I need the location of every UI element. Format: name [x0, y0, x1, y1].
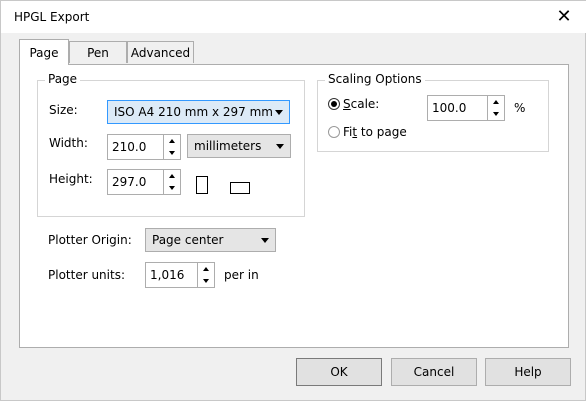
plotter-origin-value: Page center — [152, 233, 224, 247]
units-select[interactable]: millimeters — [187, 134, 291, 158]
arrow-down-icon — [493, 112, 499, 116]
window-title: HPGL Export — [14, 10, 90, 24]
close-icon[interactable]: ✕ — [551, 3, 577, 29]
fit-label-start: Fi — [343, 125, 353, 139]
ok-button-label: OK — [330, 365, 348, 379]
arrow-down-icon — [169, 151, 175, 155]
cancel-button[interactable]: Cancel — [391, 358, 477, 386]
scale-label[interactable]: Scale: — [343, 97, 379, 111]
scale-radio[interactable] — [328, 98, 340, 110]
scaling-options-group: Scaling Options Scale: 100.0 % Fit to pa… — [317, 72, 549, 152]
arrow-up-icon — [169, 174, 175, 178]
fit-label-rest: to page — [357, 125, 407, 139]
scale-label-mnemonic: S — [343, 97, 351, 111]
height-up-button[interactable] — [164, 170, 180, 182]
scale-label-rest: cale: — [350, 97, 380, 111]
width-value: 210.0 — [112, 140, 147, 154]
plotter-units-down-button[interactable] — [198, 275, 214, 287]
page-group-legend: Page — [45, 72, 81, 86]
plotter-units-suffix: per in — [224, 268, 259, 282]
tab-advanced-label: Advanced — [130, 45, 191, 60]
hpgl-export-dialog: HPGL Export ✕ Page Pen Advanced Page Siz… — [0, 0, 587, 401]
ok-button[interactable]: OK — [296, 358, 382, 386]
plotter-units-stepper[interactable]: 1,016 — [145, 262, 215, 288]
scaling-options-legend: Scaling Options — [325, 72, 425, 86]
width-up-button[interactable] — [164, 135, 180, 147]
tab-advanced[interactable]: Advanced — [127, 41, 194, 63]
arrow-up-icon — [493, 100, 499, 104]
size-label: Size: — [49, 103, 78, 117]
plotter-origin-select[interactable]: Page center — [145, 228, 276, 252]
plotter-origin-label: Plotter Origin: — [48, 233, 132, 247]
plotter-units-label: Plotter units: — [48, 268, 125, 282]
page-group: Page Size: ISO A4 210 mm x 297 mm Width:… — [37, 72, 305, 217]
width-down-button[interactable] — [164, 147, 180, 159]
scale-up-button[interactable] — [488, 96, 504, 108]
fit-to-page-radio[interactable] — [328, 126, 340, 138]
tab-page[interactable]: Page — [19, 39, 69, 65]
arrow-down-icon — [169, 186, 175, 190]
size-select[interactable]: ISO A4 210 mm x 297 mm — [107, 100, 290, 124]
size-value: ISO A4 210 mm x 297 mm — [114, 105, 273, 119]
arrow-up-icon — [203, 267, 209, 271]
scale-unit: % — [514, 101, 526, 115]
arrow-up-icon — [169, 139, 175, 143]
tab-page-label: Page — [29, 45, 59, 60]
portrait-orientation-icon[interactable] — [196, 176, 208, 194]
height-value: 297.0 — [112, 175, 147, 189]
height-label: Height: — [49, 172, 93, 186]
arrow-down-icon — [203, 279, 209, 283]
title-bar[interactable]: HPGL Export ✕ — [1, 1, 587, 33]
chevron-down-icon — [261, 237, 269, 243]
fit-to-page-label[interactable]: Fit to page — [343, 125, 407, 139]
tab-panel-page: Page Size: ISO A4 210 mm x 297 mm Width:… — [19, 64, 569, 348]
height-down-button[interactable] — [164, 182, 180, 194]
units-value: millimeters — [194, 139, 262, 153]
help-button[interactable]: Help — [485, 358, 571, 386]
width-label: Width: — [49, 136, 88, 150]
plotter-units-up-button[interactable] — [198, 263, 214, 275]
landscape-orientation-icon[interactable] — [230, 182, 250, 194]
scale-down-button[interactable] — [488, 108, 504, 120]
tab-pen[interactable]: Pen — [69, 41, 127, 63]
chevron-down-icon — [275, 109, 283, 115]
tab-pen-label: Pen — [87, 45, 109, 60]
scale-value: 100.0 — [432, 101, 467, 115]
height-stepper[interactable]: 297.0 — [107, 169, 181, 195]
help-button-label: Help — [514, 365, 542, 379]
width-stepper[interactable]: 210.0 — [107, 134, 181, 160]
plotter-units-value: 1,016 — [150, 268, 185, 282]
scale-stepper[interactable]: 100.0 — [427, 95, 505, 121]
cancel-button-label: Cancel — [413, 365, 455, 379]
chevron-down-icon — [276, 143, 284, 149]
